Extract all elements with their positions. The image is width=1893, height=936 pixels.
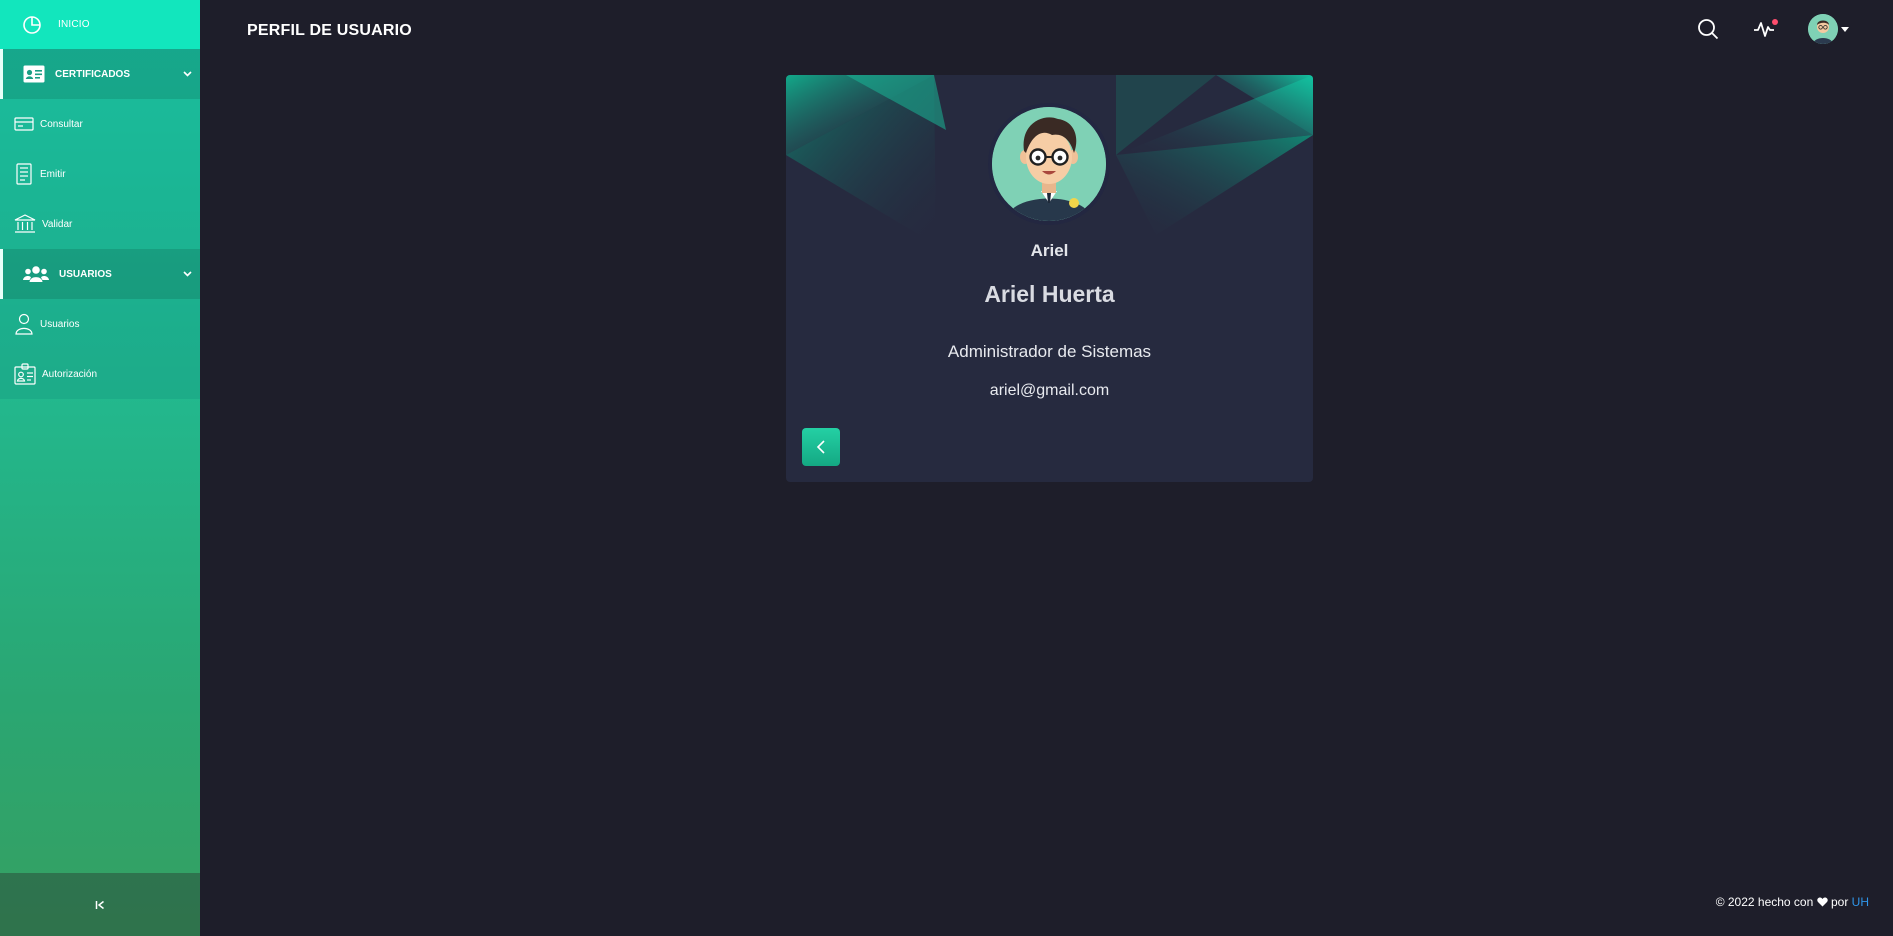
sidebar-section-label: USUARIOS [59,268,112,280]
sidebar-item-label: Validar [42,218,73,230]
bank-icon [14,214,36,234]
sidebar-item-usuarios[interactable]: Usuarios [0,299,200,349]
page-title: PERFIL DE USUARIO [247,22,412,39]
sidebar-item-validar[interactable]: Validar [0,199,200,249]
search-button[interactable] [1696,17,1720,41]
profile-card: Ariel Ariel Huerta Administrador de Sist… [786,75,1313,482]
sidebar-item-consultar[interactable]: Consultar [0,99,200,149]
caret-down-icon [1841,25,1849,34]
chevron-down-icon [183,269,192,279]
profile-full-name: Ariel Huerta [984,281,1115,307]
footer-link[interactable]: UH [1852,895,1869,909]
notification-dot [1772,19,1778,25]
topbar-actions [1696,14,1849,44]
profile-username: Ariel [1030,241,1069,260]
collapse-left-icon [95,900,105,910]
badge-icon [14,363,36,385]
profile-role: Administrador de Sistemas [947,342,1152,361]
avatar [1808,14,1838,44]
sidebar-item-label: Usuarios [40,318,80,330]
sidebar-item-label: Emitir [40,168,66,180]
footer-text: © 2022 hecho con [1715,895,1814,909]
chevron-down-icon [183,69,192,79]
sidebar-group-certificados: Consultar Emitir Validar [0,99,200,249]
profile-email: ariel@gmail.com [989,382,1110,399]
sidebar-item-label: Consultar [40,118,83,130]
sidebar-item-inicio[interactable]: INICIO [0,0,200,49]
sidebar-section-usuarios[interactable]: USUARIOS [0,249,200,299]
sidebar-group-usuarios: Usuarios Autorización [0,299,200,399]
chevron-left-icon [816,440,826,454]
footer: © 2022 hecho con por UH [1716,895,1869,909]
id-card-icon [23,65,45,83]
sidebar-section-label: CERTIFICADOS [55,68,130,80]
sidebar-item-label: INICIO [58,19,90,30]
profile-avatar [988,103,1110,225]
footer-by: por [1830,895,1849,909]
user-menu-button[interactable] [1808,14,1849,44]
sidebar-collapse-button[interactable] [0,873,200,936]
pie-chart-icon [22,15,42,35]
activity-button[interactable] [1752,17,1778,41]
users-icon [23,265,49,283]
card-icon [14,115,34,133]
sidebar-item-emitir[interactable]: Emitir [0,149,200,199]
sidebar-item-autorizacion[interactable]: Autorización [0,349,200,399]
user-icon [14,313,34,335]
back-button[interactable] [802,428,840,466]
heart-icon [1816,895,1831,909]
document-icon [14,163,34,185]
search-icon [1697,18,1719,40]
sidebar-item-label: Autorización [42,368,98,380]
topbar: PERFIL DE USUARIO [200,0,1893,62]
sidebar: INICIO CERTIFICADOS Consultar Emitir Val… [0,0,200,936]
sidebar-section-certificados[interactable]: CERTIFICADOS [0,49,200,99]
